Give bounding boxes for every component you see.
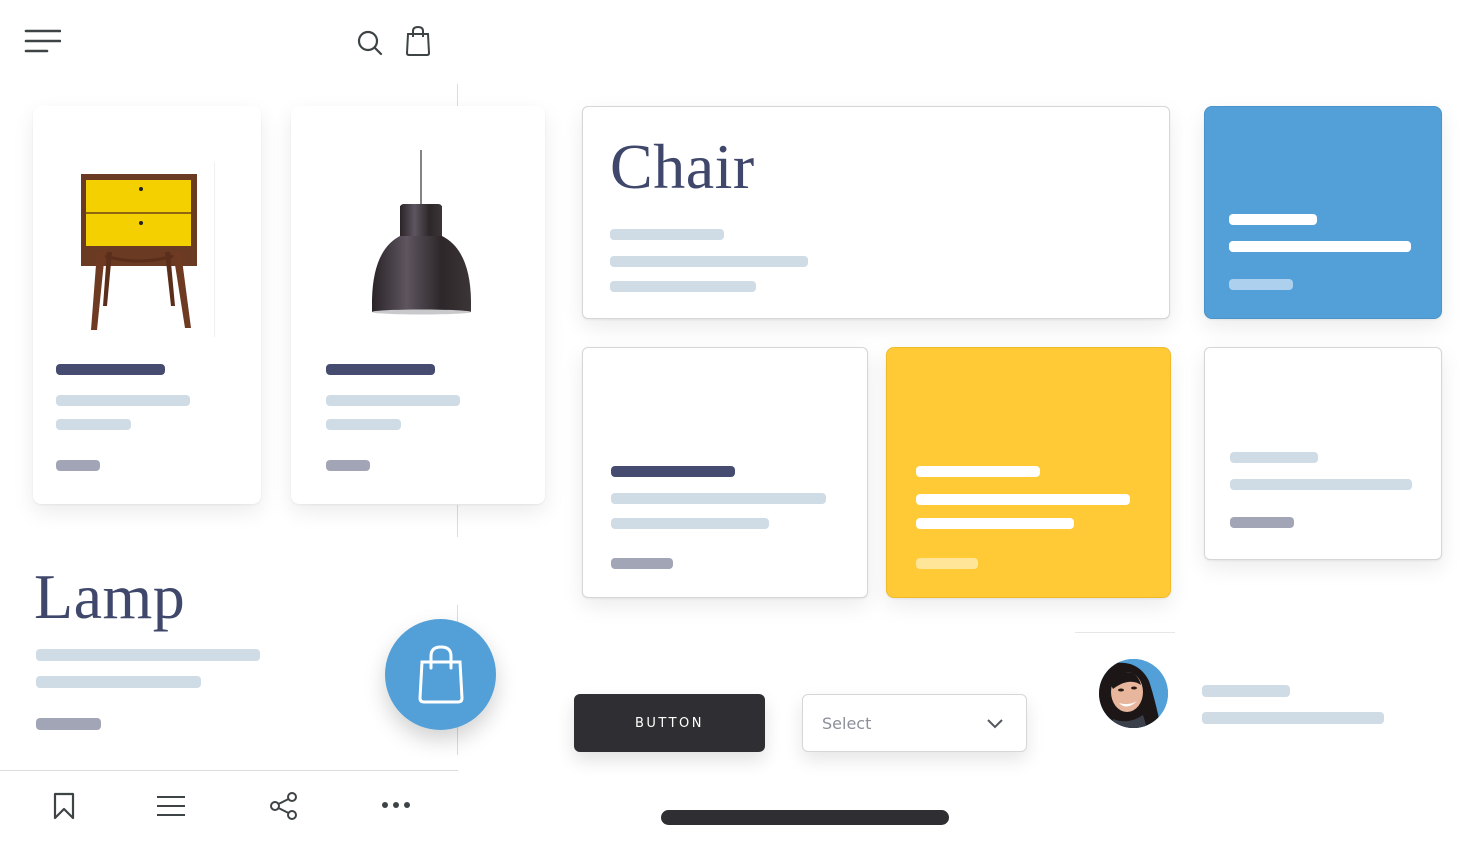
card-title-placeholder [916, 466, 1040, 477]
product-desc-placeholder [326, 419, 401, 430]
article-card[interactable] [582, 347, 868, 598]
search-button[interactable] [354, 27, 386, 59]
select-dropdown[interactable]: Select [802, 694, 1027, 752]
card-meta-placeholder [611, 558, 673, 569]
add-to-cart-fab[interactable] [385, 619, 496, 730]
summary-card[interactable] [1204, 347, 1442, 560]
more-icon [382, 802, 410, 808]
card-meta-placeholder [916, 558, 978, 569]
profile-name-placeholder [1202, 685, 1290, 697]
chevron-down-icon [987, 719, 1003, 729]
card-desc-placeholder [1229, 241, 1411, 252]
card-desc-placeholder [611, 493, 826, 504]
blue-info-card[interactable] [1204, 106, 1442, 319]
shopping-bag-icon [405, 25, 431, 56]
product-title-placeholder [326, 364, 435, 375]
card-desc-placeholder [611, 518, 769, 529]
product-card-nightstand[interactable] [33, 106, 261, 504]
select-value: Select [822, 713, 872, 733]
image-edge [214, 162, 215, 337]
product-price-placeholder [326, 460, 370, 471]
product-title-placeholder [56, 364, 165, 375]
lamp-price-placeholder [36, 718, 101, 730]
panel-divider [457, 84, 458, 106]
yellow-info-card[interactable] [886, 347, 1171, 598]
avatar[interactable] [1099, 659, 1168, 728]
product-desc-placeholder [326, 395, 460, 406]
profile-subtitle-placeholder [1202, 712, 1384, 724]
yellow-nightstand-image [81, 174, 197, 330]
chair-title: Chair [610, 131, 755, 202]
bottom-nav-bookmark[interactable] [46, 788, 82, 824]
card-desc-placeholder [916, 518, 1074, 529]
shopping-bag-icon [417, 644, 464, 703]
chair-card[interactable]: Chair [582, 106, 1170, 319]
product-price-placeholder [56, 460, 100, 471]
bottom-nav-list[interactable] [152, 788, 190, 824]
primary-button[interactable]: BUTTON [574, 694, 765, 752]
bottom-nav-divider [0, 770, 458, 771]
home-indicator [661, 810, 949, 825]
card-title-placeholder [611, 466, 735, 477]
card-desc-placeholder [916, 494, 1130, 505]
user-photo [1099, 659, 1168, 728]
chair-desc-placeholder [610, 256, 808, 267]
share-icon [270, 792, 297, 820]
menu-button[interactable] [22, 26, 62, 56]
product-card-lamp[interactable] [291, 106, 545, 504]
hamburger-menu-icon [24, 29, 61, 53]
chair-desc-placeholder [610, 229, 724, 240]
lamp-desc-placeholder [36, 676, 201, 688]
black-pendant-lamp-image [372, 150, 471, 315]
product-desc-placeholder [56, 395, 190, 406]
product-desc-placeholder [56, 419, 131, 430]
panel-divider [457, 505, 458, 537]
bottom-nav-share[interactable] [266, 788, 302, 824]
search-icon [357, 30, 383, 56]
chair-desc-placeholder [610, 281, 756, 292]
bottom-nav-more[interactable] [378, 790, 414, 820]
cart-button[interactable] [402, 24, 434, 58]
card-desc-placeholder [1230, 479, 1412, 490]
card-title-placeholder [1230, 452, 1318, 463]
lamp-title: Lamp [34, 561, 186, 632]
card-meta-placeholder [1230, 517, 1294, 528]
card-title-placeholder [1229, 214, 1317, 225]
bookmark-icon [53, 792, 75, 820]
list-icon [157, 796, 185, 816]
profile-divider [1075, 632, 1175, 633]
card-meta-placeholder [1229, 279, 1293, 290]
lamp-desc-placeholder [36, 649, 260, 661]
